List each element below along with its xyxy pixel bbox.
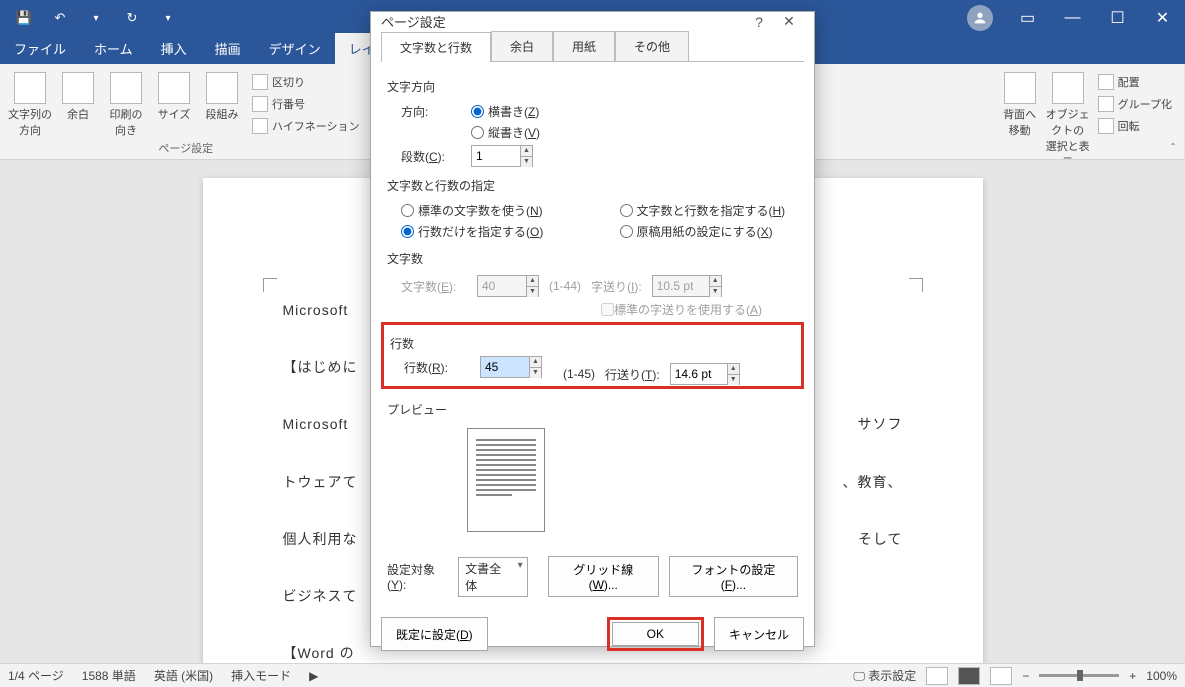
- radio-chars-and-lines[interactable]: 文字数と行数を指定する(H): [620, 202, 786, 219]
- chars-range: (1-44): [549, 279, 581, 293]
- section-lines: 行数: [390, 335, 795, 352]
- tab-file[interactable]: ファイル: [0, 33, 80, 64]
- line-pitch-input[interactable]: ▲▼: [670, 363, 740, 385]
- status-insert-mode[interactable]: 挿入モード: [231, 667, 291, 684]
- ok-button[interactable]: OK: [612, 622, 699, 646]
- send-backward-button[interactable]: 背面へ 移動: [998, 68, 1042, 138]
- ribbon-group-arrange: 背面へ 移動 オブジェクトの 選択と表示 配置 グループ化 回転 配置: [990, 64, 1185, 159]
- zoom-level[interactable]: 100%: [1146, 669, 1177, 683]
- label-columns: 段数(C):: [401, 148, 461, 165]
- radio-grid-paper[interactable]: 原稿用紙の設定にする(X): [620, 223, 773, 240]
- tab-insert[interactable]: 挿入: [147, 33, 201, 64]
- display-settings-button[interactable]: 🖵 表示設定: [853, 667, 916, 684]
- breaks-button[interactable]: 区切り: [248, 72, 364, 92]
- dialog-tab-margins[interactable]: 余白: [491, 31, 553, 61]
- dialog-tab-other[interactable]: その他: [615, 31, 689, 61]
- line-numbers-button[interactable]: 行番号: [248, 94, 364, 114]
- group-button[interactable]: グループ化: [1094, 94, 1176, 114]
- zoom-in-button[interactable]: +: [1129, 669, 1136, 683]
- view-web-layout[interactable]: [990, 667, 1012, 685]
- label-chars-count: 文字数(E):: [401, 278, 467, 295]
- tab-draw[interactable]: 描画: [201, 33, 255, 64]
- columns-input[interactable]: ▲▼: [471, 145, 533, 167]
- group-label-page-setup: ページ設定: [158, 138, 213, 158]
- radio-use-standard[interactable]: 標準の文字数を使う(N): [401, 202, 543, 219]
- radio-lines-only[interactable]: 行数だけを指定する(O): [401, 223, 543, 240]
- apply-to-combo[interactable]: 文書全体: [458, 557, 528, 597]
- page-setup-dialog: ページ設定 ? ✕ 文字数と行数 余白 用紙 その他 文字方向 方向: 横書き(…: [370, 11, 815, 647]
- text-direction-button[interactable]: 文字列の 方向: [8, 68, 52, 138]
- highlight-ok: OK: [607, 617, 704, 651]
- undo-dropdown-icon[interactable]: ▾: [80, 4, 112, 32]
- dialog-tab-chars-lines[interactable]: 文字数と行数: [381, 32, 491, 62]
- dialog-help-button[interactable]: ?: [744, 14, 774, 30]
- tab-home[interactable]: ホーム: [80, 33, 147, 64]
- size-button[interactable]: サイズ: [152, 68, 196, 122]
- minimize-button[interactable]: —: [1050, 0, 1095, 36]
- dialog-tabs: 文字数と行数 余白 用紙 その他: [371, 31, 814, 61]
- status-macro-icon[interactable]: ▶: [309, 669, 318, 683]
- rotate-button[interactable]: 回転: [1094, 116, 1176, 136]
- margin-corner-tl: [263, 278, 277, 292]
- undo-icon[interactable]: ↶: [44, 4, 76, 32]
- section-preview: プレビュー: [387, 401, 798, 418]
- radio-vertical[interactable]: 縦書き(V): [471, 124, 540, 141]
- quick-access-toolbar: 💾 ↶ ▾ ↻ ▾: [0, 4, 184, 32]
- radio-horizontal[interactable]: 横書き(Z): [471, 103, 539, 120]
- section-text-direction: 文字方向: [387, 78, 798, 95]
- dialog-title: ページ設定: [381, 12, 446, 31]
- checkbox-std-pitch: 標準の字送りを使用する(A): [601, 301, 762, 318]
- hyphenation-button[interactable]: ハイフネーション: [248, 116, 364, 136]
- view-read-mode[interactable]: [926, 667, 948, 685]
- label-lines-count: 行数(R):: [404, 359, 470, 376]
- lines-range: (1-45): [563, 367, 595, 381]
- lines-count-input[interactable]: ▲▼: [480, 356, 542, 378]
- titlebar-right: ▭ — ☐ ✕: [967, 0, 1185, 36]
- zoom-slider[interactable]: [1039, 674, 1119, 677]
- font-settings-button[interactable]: フォントの設定(F)...: [669, 556, 798, 597]
- label-apply-to: 設定対象(Y):: [387, 561, 448, 592]
- margins-button[interactable]: 余白: [56, 68, 100, 122]
- view-print-layout[interactable]: [958, 667, 980, 685]
- dialog-body: 文字方向 方向: 横書き(Z) 縦書き(V) 段数(C): ▲▼ 文字数と行数の…: [381, 61, 804, 607]
- maximize-button[interactable]: ☐: [1095, 0, 1140, 36]
- save-icon[interactable]: 💾: [8, 4, 40, 32]
- cancel-button[interactable]: キャンセル: [714, 617, 804, 651]
- close-button[interactable]: ✕: [1140, 0, 1185, 36]
- user-avatar[interactable]: [967, 5, 993, 31]
- label-direction: 方向:: [401, 103, 461, 120]
- redo-icon[interactable]: ↻: [116, 4, 148, 32]
- tab-design[interactable]: デザイン: [255, 33, 335, 64]
- margin-corner-tr: [909, 278, 923, 292]
- qat-customize-icon[interactable]: ▾: [152, 4, 184, 32]
- ribbon-group-page-setup: 文字列の 方向 余白 印刷の 向き サイズ 段組み 区切り 行番号 ハイフネーシ…: [0, 64, 373, 159]
- selection-pane-button[interactable]: オブジェクトの 選択と表示: [1046, 68, 1090, 170]
- char-pitch-input: ▲▼: [652, 275, 722, 297]
- zoom-out-button[interactable]: −: [1022, 669, 1029, 683]
- label-line-pitch: 行送り(T):: [605, 366, 660, 383]
- chars-count-input: ▲▼: [477, 275, 539, 297]
- status-page[interactable]: 1/4 ページ: [8, 667, 64, 684]
- collapse-ribbon-icon[interactable]: ˆ: [1171, 141, 1175, 155]
- status-bar: 1/4 ページ 1588 単語 英語 (米国) 挿入モード ▶ 🖵 表示設定 −…: [0, 663, 1185, 687]
- columns-button[interactable]: 段組み: [200, 68, 244, 122]
- section-grid-spec: 文字数と行数の指定: [387, 177, 798, 194]
- preview-thumbnail: [467, 428, 545, 532]
- set-default-button[interactable]: 既定に設定(D): [381, 617, 488, 651]
- label-char-pitch: 字送り(I):: [591, 278, 642, 295]
- dialog-footer: 既定に設定(D) OK キャンセル: [371, 607, 814, 661]
- grid-lines-button[interactable]: グリッド線(W)...: [548, 556, 659, 597]
- status-word-count[interactable]: 1588 単語: [82, 667, 136, 684]
- ribbon-display-icon[interactable]: ▭: [1005, 0, 1050, 36]
- dialog-tab-paper[interactable]: 用紙: [553, 31, 615, 61]
- dialog-titlebar: ページ設定 ? ✕: [371, 12, 814, 31]
- status-language[interactable]: 英語 (米国): [154, 667, 213, 684]
- section-chars: 文字数: [387, 250, 798, 267]
- dialog-close-button[interactable]: ✕: [774, 13, 804, 30]
- orientation-button[interactable]: 印刷の 向き: [104, 68, 148, 138]
- align-button[interactable]: 配置: [1094, 72, 1176, 92]
